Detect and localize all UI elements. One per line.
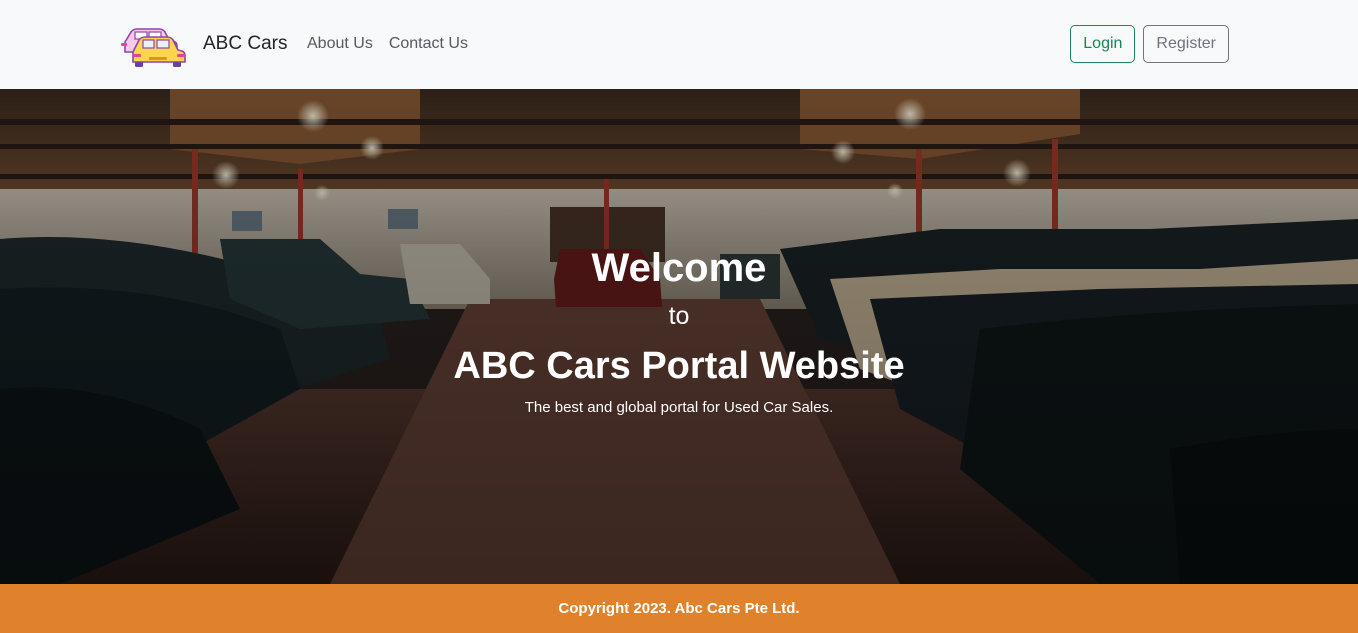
car-logo-icon xyxy=(121,28,186,67)
nav-actions: Login Register xyxy=(1070,25,1229,63)
hero-title: ABC Cars Portal Website xyxy=(453,345,905,387)
hero-text: Welcome to ABC Cars Portal Website The b… xyxy=(0,89,1358,584)
footer: Copyright 2023. Abc Cars Pte Ltd. xyxy=(0,584,1358,633)
brand-link[interactable]: ABC Cars xyxy=(121,20,287,68)
hero-section: Welcome to ABC Cars Portal Website The b… xyxy=(0,89,1358,584)
hero-to: to xyxy=(668,302,690,330)
hero-welcome: Welcome xyxy=(591,246,767,290)
login-button[interactable]: Login xyxy=(1070,25,1136,63)
navbar: ABC Cars About Us Contact Us Login Regis… xyxy=(0,0,1358,89)
register-button[interactable]: Register xyxy=(1143,25,1229,63)
hero-tagline: The best and global portal for Used Car … xyxy=(524,399,834,416)
nav-link-contact-us[interactable]: Contact Us xyxy=(389,35,468,53)
footer-copyright: Copyright 2023. Abc Cars Pte Ltd. xyxy=(558,600,800,617)
nav-link-about-us[interactable]: About Us xyxy=(307,35,373,53)
nav-links: About Us Contact Us xyxy=(307,35,468,53)
brand-name: ABC Cars xyxy=(203,33,288,54)
